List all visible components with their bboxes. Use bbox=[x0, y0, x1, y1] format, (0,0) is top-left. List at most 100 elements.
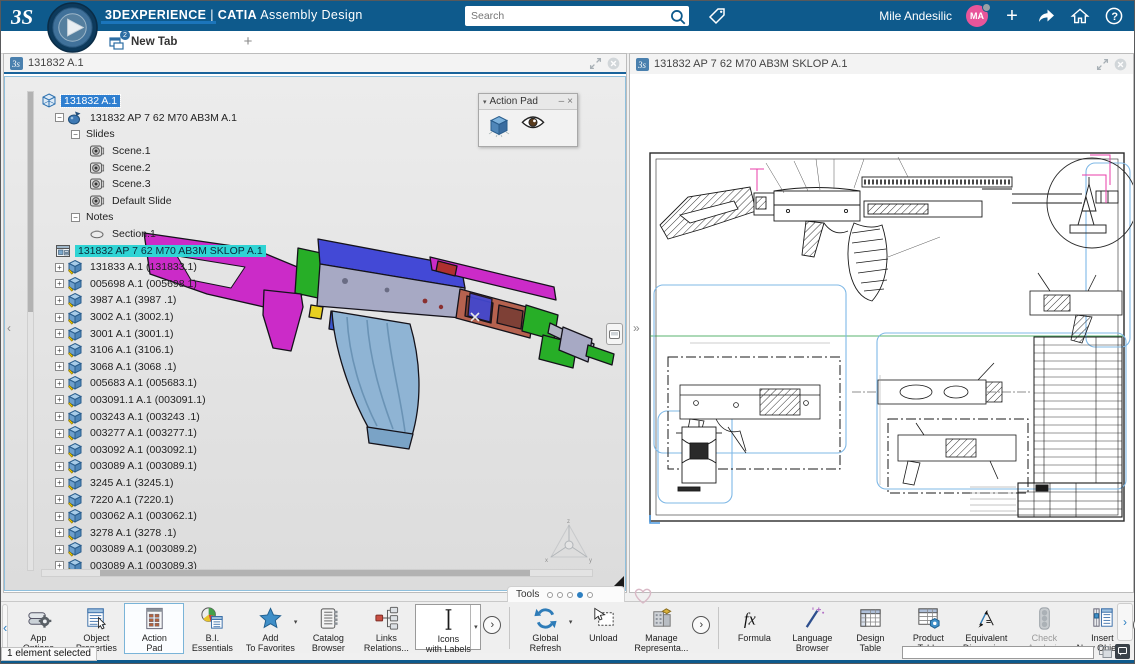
search-input[interactable] bbox=[465, 10, 669, 22]
tools-page-dot[interactable] bbox=[577, 592, 583, 598]
tree-row[interactable]: +3245 A.1 (3245.1) bbox=[35, 475, 365, 492]
left-panel-collapse-chevron[interactable]: ‹ bbox=[7, 321, 11, 335]
expand-node-icon[interactable]: + bbox=[55, 462, 64, 471]
expand-node-icon[interactable]: + bbox=[55, 412, 64, 421]
add-to-favorites-button[interactable]: ▾AddTo Favorites bbox=[241, 604, 299, 653]
tree-row[interactable]: +3001 A.1 (3001.1) bbox=[35, 325, 365, 342]
share-icon[interactable] bbox=[1036, 6, 1056, 26]
tree-node-label[interactable]: 003089 A.1 (003089.2) bbox=[87, 543, 200, 555]
formula-button[interactable]: fxFormula bbox=[725, 604, 783, 643]
tree-row[interactable]: +3987 A.1 (3987 .1) bbox=[35, 292, 365, 309]
bi-essentials-button[interactable]: B.I.Essentials bbox=[183, 604, 241, 653]
favorites-heart-icon[interactable] bbox=[633, 587, 653, 603]
tree-node-label[interactable]: 131833 A.1 (131833.1) bbox=[87, 261, 200, 273]
icons-with-labels-button[interactable]: ▾Iconswith Labels bbox=[415, 604, 481, 650]
compass-logo[interactable] bbox=[47, 2, 98, 53]
help-icon[interactable]: ? bbox=[1104, 6, 1124, 26]
home-icon[interactable] bbox=[1070, 6, 1090, 26]
tree-vscroll-thumb[interactable] bbox=[28, 92, 33, 312]
tree-node-label[interactable]: 003277 A.1 (003277.1) bbox=[87, 427, 200, 439]
tree-row[interactable]: +003092 A.1 (003092.1) bbox=[35, 441, 365, 458]
viewport-side-button[interactable] bbox=[606, 323, 623, 345]
user-name[interactable]: Mile Andesilic bbox=[879, 9, 952, 23]
tree-hscroll-thumb[interactable] bbox=[100, 570, 530, 576]
command-input[interactable] bbox=[902, 646, 1094, 659]
tree-row[interactable]: Section.1 bbox=[35, 226, 365, 243]
tree-row[interactable]: +005683 A.1 (005683.1) bbox=[35, 375, 365, 392]
expand-node-icon[interactable]: + bbox=[55, 296, 64, 305]
search-icon[interactable] bbox=[669, 8, 687, 24]
tree-node-label[interactable]: Scene.3 bbox=[109, 178, 154, 190]
action-pad-titlebar[interactable]: ▾ Action Pad – × bbox=[479, 94, 577, 110]
design-table-button[interactable]: DesignTable bbox=[841, 604, 899, 653]
add-to-favorites-dropdown-caret[interactable]: ▾ bbox=[294, 618, 298, 626]
tree-row[interactable]: +003091.1 A.1 (003091.1) bbox=[35, 392, 365, 409]
expand-node-icon[interactable]: + bbox=[55, 528, 64, 537]
tree-row[interactable]: +003277 A.1 (003277.1) bbox=[35, 425, 365, 442]
tree-node-label[interactable]: 003092 A.1 (003092.1) bbox=[87, 444, 200, 456]
new-tab-button[interactable]: + bbox=[239, 33, 257, 51]
tree-row[interactable]: −131832 AP 7 62 M70 AB3M A.1 bbox=[35, 110, 365, 127]
tree-row[interactable]: +131833 A.1 (131833.1) bbox=[35, 259, 365, 276]
tree-node-label[interactable]: 3001 A.1 (3001.1) bbox=[87, 328, 176, 340]
manage-representations-button[interactable]: ManageRepresenta... bbox=[632, 604, 690, 653]
tools-popup[interactable]: Tools bbox=[507, 586, 625, 602]
tree-node-label[interactable]: 003089 A.1 (003089.1) bbox=[87, 460, 200, 472]
tree-node-label[interactable]: Notes bbox=[83, 211, 116, 223]
eye-icon[interactable] bbox=[521, 114, 545, 136]
tree-node-label[interactable]: 3106 A.1 (3106.1) bbox=[87, 344, 176, 356]
tree-node-label[interactable]: 131832 A.1 bbox=[61, 95, 120, 107]
tab-new-tab[interactable]: 2 New Tab bbox=[101, 31, 185, 53]
action-bar-more-button[interactable]: › bbox=[1117, 603, 1133, 641]
links-relations-button[interactable]: LinksRelations... bbox=[357, 604, 415, 653]
expand-node-icon[interactable]: + bbox=[55, 495, 64, 504]
expand-node-icon[interactable]: + bbox=[55, 329, 64, 338]
tree-node-label[interactable]: 3987 A.1 (3987 .1) bbox=[87, 294, 179, 306]
drawing-viewport[interactable] bbox=[630, 75, 1133, 592]
search-box[interactable] bbox=[465, 6, 689, 26]
tree-horizontal-scrollbar[interactable] bbox=[41, 569, 593, 577]
close-icon[interactable] bbox=[1114, 58, 1127, 71]
tools-page-dot[interactable] bbox=[557, 592, 563, 598]
close-icon[interactable] bbox=[607, 57, 620, 70]
expand-icon[interactable] bbox=[589, 57, 602, 70]
tree-row[interactable]: +005698 A.1 (005698.1) bbox=[35, 276, 365, 293]
tree-node-label[interactable]: 131832 AP 7 62 M70 AB3M SKLOP A.1 bbox=[75, 245, 266, 257]
left-panel-header[interactable]: 3s 131832 A.1 bbox=[4, 54, 626, 74]
tree-row[interactable]: 131832 AP 7 62 M70 AB3M SKLOP A.1 bbox=[35, 242, 365, 259]
expand-node-icon[interactable]: + bbox=[55, 445, 64, 454]
tag-icon[interactable] bbox=[707, 6, 727, 26]
tree-node-label[interactable]: 3068 A.1 (3068 .1) bbox=[87, 361, 179, 373]
expand-node-icon[interactable]: + bbox=[55, 379, 64, 388]
unload-button[interactable]: Unload bbox=[574, 604, 632, 643]
tree-row[interactable]: +3106 A.1 (3106.1) bbox=[35, 342, 365, 359]
tree-row[interactable]: +003089 A.1 (003089.2) bbox=[35, 541, 365, 558]
toolbar-section-expand-button[interactable]: › bbox=[483, 616, 501, 634]
tree-node-label[interactable]: 003243 A.1 (003243 .1) bbox=[87, 411, 203, 423]
tree-node-label[interactable]: Section.1 bbox=[109, 228, 159, 240]
tools-page-dots[interactable] bbox=[547, 592, 593, 598]
global-refresh-button[interactable]: ▾GlobalRefresh bbox=[516, 604, 574, 653]
tree-node-label[interactable]: 3002 A.1 (3002.1) bbox=[87, 311, 176, 323]
tree-node-label[interactable]: Default Slide bbox=[109, 195, 175, 207]
tree-row[interactable]: +3068 A.1 (3068 .1) bbox=[35, 359, 365, 376]
tree-row[interactable]: Scene.2 bbox=[35, 159, 365, 176]
expand-node-icon[interactable]: + bbox=[55, 478, 64, 487]
tree-node-label[interactable]: 005698 A.1 (005698.1) bbox=[87, 278, 200, 290]
tree-row[interactable]: Default Slide bbox=[35, 193, 365, 210]
expand-node-icon[interactable]: + bbox=[55, 395, 64, 404]
tree-row[interactable]: Scene.3 bbox=[35, 176, 365, 193]
collapse-node-icon[interactable]: − bbox=[55, 113, 64, 122]
collapse-node-icon[interactable]: − bbox=[71, 130, 80, 139]
tree-node-label[interactable]: Slides bbox=[83, 128, 118, 140]
action-pad-dropdown-icon[interactable]: ▾ bbox=[483, 98, 487, 106]
object-properties-button[interactable]: ObjectProperties bbox=[67, 604, 125, 653]
expand-node-icon[interactable]: + bbox=[55, 279, 64, 288]
add-icon[interactable]: + bbox=[1002, 6, 1022, 26]
expand-icon[interactable] bbox=[1096, 58, 1109, 71]
tree-row[interactable]: +003089 A.1 (003089.1) bbox=[35, 458, 365, 475]
right-panel-collapse-chevron[interactable]: » bbox=[633, 321, 640, 335]
tools-page-dot[interactable] bbox=[587, 592, 593, 598]
tree-row[interactable]: +7220 A.1 (7220.1) bbox=[35, 491, 365, 508]
icons-with-labels-dropdown-strip[interactable]: ▾ bbox=[470, 605, 480, 649]
